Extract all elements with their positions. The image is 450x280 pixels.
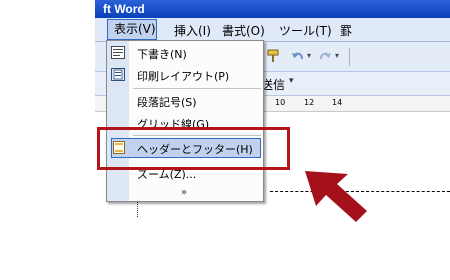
annotation-arrow-icon xyxy=(305,171,367,222)
